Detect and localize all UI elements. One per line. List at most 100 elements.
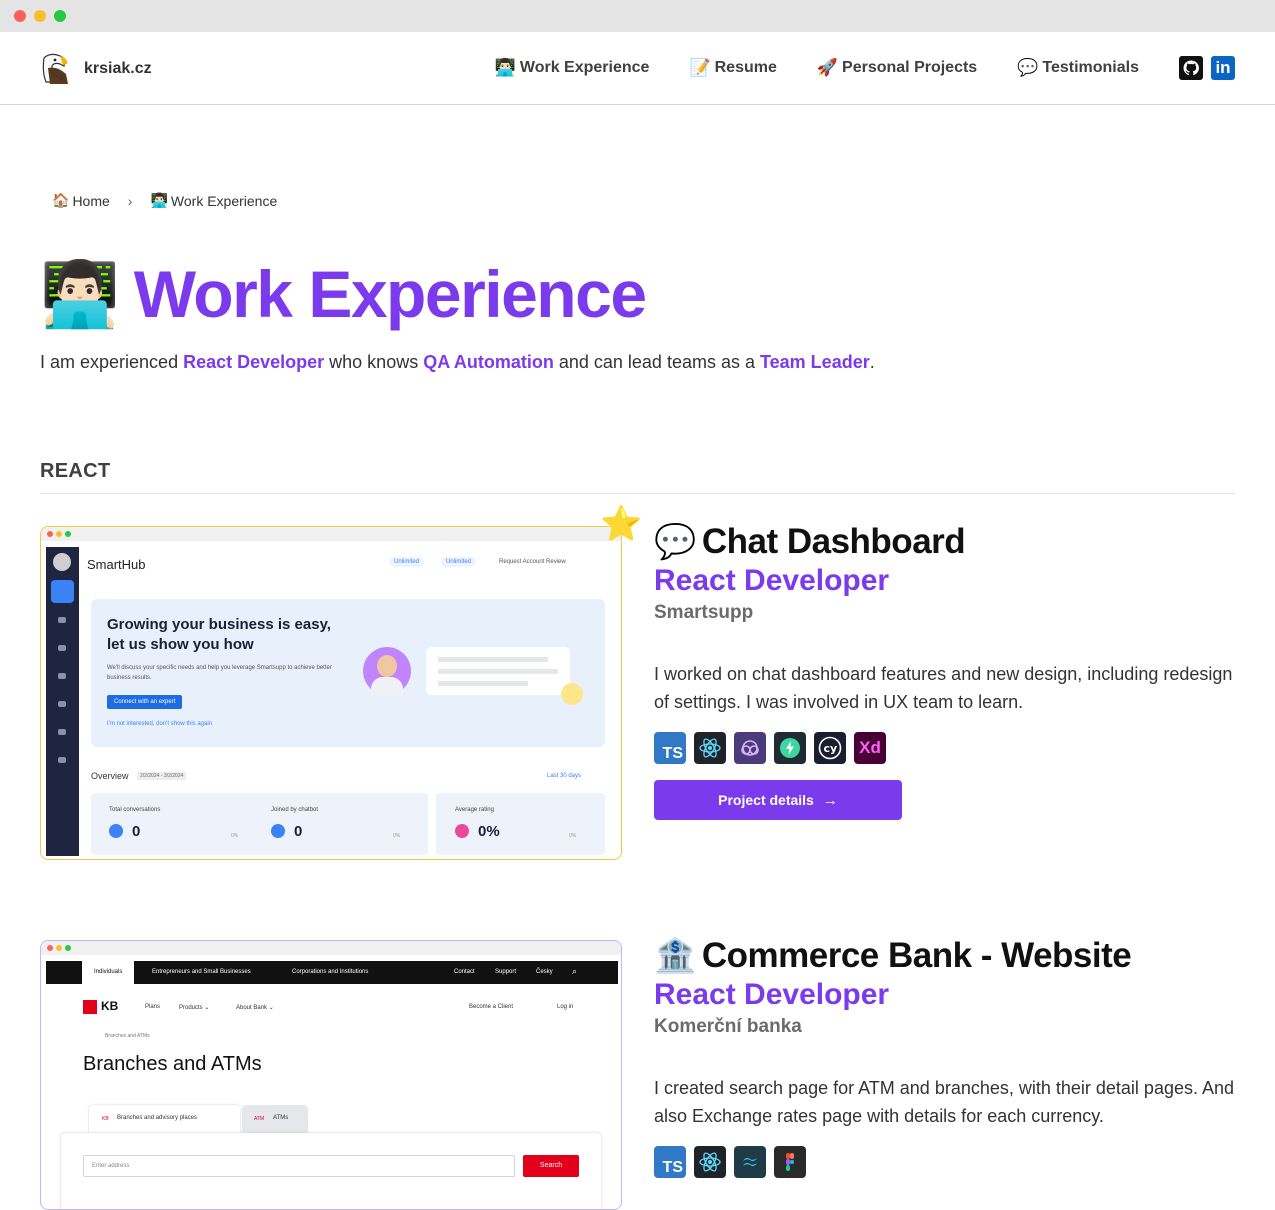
face-shape — [377, 655, 397, 677]
react-icon — [694, 732, 726, 764]
project-title: 🏦 Commerce Bank - Website — [654, 936, 1244, 976]
tailwind-logo — [743, 1157, 757, 1167]
section-divider — [40, 493, 1235, 494]
figma-icon — [774, 1146, 806, 1178]
redux-icon — [734, 732, 766, 764]
banner-text: We'll discuss your specific needs and he… — [107, 665, 332, 681]
github-link[interactable] — [1179, 56, 1203, 80]
project-role: React Developer — [654, 564, 890, 597]
stat-value: 0% — [478, 823, 500, 840]
kb-tab-business: Entrepreneurs and Small Businesses — [152, 969, 251, 975]
settings-icon — [58, 729, 66, 735]
stat-value: 0 — [132, 823, 141, 840]
typescript-icon: TS — [654, 1146, 686, 1178]
nav-label: Testimonials — [1042, 59, 1139, 76]
kb-topbar: Individuals Entrepreneurs and Small Busi… — [46, 961, 618, 984]
agent-avatar — [363, 647, 411, 695]
project-title: 💬 Chat Dashboard — [654, 522, 1244, 562]
linkedin-link[interactable]: in — [1211, 56, 1235, 80]
kb-search-panel: Enter address Search — [61, 1133, 601, 1209]
react-logo — [699, 738, 721, 758]
lightning-logo — [780, 738, 800, 758]
home-icon — [51, 580, 74, 603]
project-title-text: Chat Dashboard — [701, 522, 966, 561]
kb-logo-text: KB — [101, 999, 119, 1013]
kb-language: Česky — [536, 969, 553, 975]
kb-tab-corporations: Corporations and Institutions — [292, 969, 369, 975]
highlight-react-developer: React Developer — [183, 352, 325, 372]
account-review-link: Request Account Review — [499, 559, 566, 565]
rocket-icon: 🚀 — [816, 58, 839, 77]
linkedin-icon: in — [1215, 58, 1231, 77]
kb-contact: Contact — [454, 969, 475, 975]
nav-work-experience[interactable]: 👨🏻‍💻 Work Experience — [495, 58, 650, 78]
intro-part: and can lead teams as a — [553, 352, 760, 372]
minimize-window-button[interactable] — [34, 10, 46, 22]
project-details-button[interactable]: Project details → — [654, 780, 902, 820]
chat-icon — [58, 617, 66, 623]
intro-part: who knows — [324, 352, 424, 372]
placeholder-line — [438, 657, 548, 662]
stat-label: Average rating — [455, 807, 494, 813]
banner-button: Connect with an expert — [107, 695, 183, 709]
project-screenshot-commerce-bank[interactable]: Individuals Entrepreneurs and Small Busi… — [40, 940, 622, 1210]
cypress-icon: cy — [814, 732, 846, 764]
bot-icon — [58, 645, 66, 651]
kb-breadcrumb: Branches and ATMs — [105, 1033, 150, 1039]
banner-title: Growing your business is easy, let us sh… — [107, 616, 331, 653]
project-screenshot-chat-dashboard[interactable]: SmartHub Unlimited Unlimited Request Acc… — [40, 526, 622, 860]
kb-search-icon: ⌕ — [572, 966, 578, 976]
nav-label: Resume — [714, 59, 777, 76]
section-heading-react: REACT — [40, 460, 111, 482]
nav-resume[interactable]: 📝 Resume — [689, 58, 776, 78]
eagle-logo-icon — [42, 53, 68, 84]
github-icon — [1183, 60, 1199, 76]
kb-tab-icon: ATM — [254, 1116, 265, 1122]
kb-logo-icon — [83, 1000, 97, 1014]
tailwind-icon — [734, 1146, 766, 1178]
project-chat-dashboard: 💬 Chat Dashboard React Developer Smartsu… — [654, 522, 1244, 820]
kb-tab-branches: KB Branches and advisory places — [89, 1105, 240, 1133]
react-logo — [699, 1152, 721, 1172]
kb-tab-atms: ATM ATMs — [242, 1105, 308, 1133]
adobe-xd-icon: Xd — [854, 732, 886, 764]
page-heading: Work Experience — [133, 257, 647, 331]
nav-testimonials[interactable]: 💬 Testimonials — [1017, 58, 1139, 78]
memo-icon: 📝 — [689, 58, 711, 77]
period-select: Last 30 days — [547, 773, 582, 779]
react-icon — [694, 1146, 726, 1178]
redux-logo — [741, 740, 759, 756]
screenshot-dot — [47, 945, 53, 951]
bank-icon: 🏦 — [654, 937, 696, 975]
overview-label: Overview — [91, 771, 129, 781]
screenshot-window-bar — [41, 527, 621, 541]
project-description: I worked on chat dashboard features and … — [654, 664, 1233, 712]
stat-delta: 0% — [569, 833, 577, 839]
nav-label: Work Experience — [519, 59, 650, 76]
kb-tab-icon: KB — [102, 1116, 109, 1122]
nav-personal-projects[interactable]: 🚀 Personal Projects — [817, 58, 977, 78]
kb-become-client: Become a Client — [469, 1004, 514, 1010]
technologist-icon: 👨🏻‍💻 — [150, 192, 168, 208]
kb-login: Log in — [557, 1004, 574, 1010]
screenshot-dot — [65, 531, 71, 537]
project-company: Komerční banka — [654, 1016, 802, 1037]
intro-part: I am experienced — [40, 352, 184, 372]
technologist-icon: 👨🏻‍💻 — [40, 258, 120, 330]
app-name: SmartHub — [87, 557, 146, 572]
breadcrumb-home[interactable]: Home — [72, 193, 109, 209]
highlight-qa-automation: QA Automation — [423, 352, 554, 372]
close-window-button[interactable] — [14, 10, 26, 22]
kb-menu-products: Products ⌄ — [179, 1005, 210, 1011]
heart-icon — [455, 824, 469, 838]
top-navigation: krsiak.cz 👨🏻‍💻 Work Experience 📝 Resume … — [0, 32, 1275, 105]
stat-value: 0 — [294, 823, 303, 840]
kb-tab-label: Branches and advisory places — [117, 1115, 198, 1121]
project-description: I created search page for ATM and branch… — [654, 1078, 1235, 1126]
project-commerce-bank: 🏦 Commerce Bank - Website React Develope… — [654, 936, 1244, 1178]
maximize-window-button[interactable] — [54, 10, 66, 22]
bot-icon — [271, 824, 285, 838]
banner-link: I'm not interested, don't show this agai… — [107, 721, 213, 727]
brand-link[interactable]: krsiak.cz — [40, 52, 152, 86]
figma-logo — [786, 1153, 794, 1171]
